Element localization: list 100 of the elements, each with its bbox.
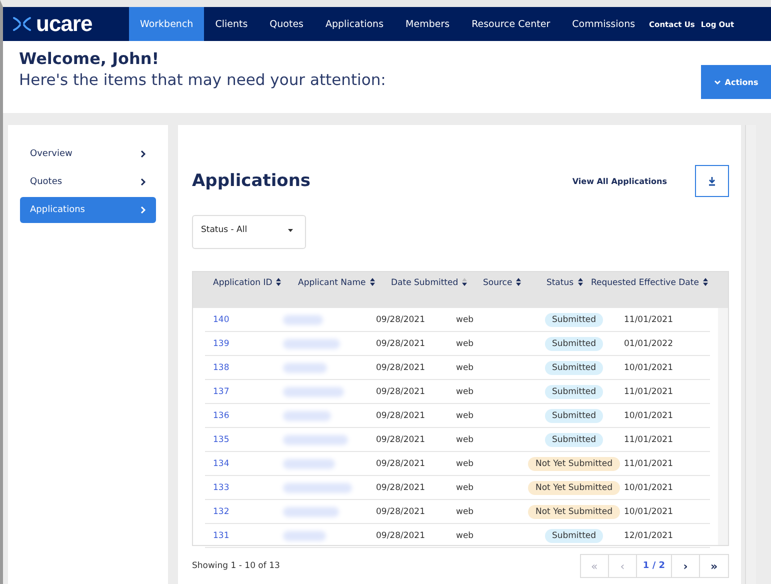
welcome-heading: Welcome, John! xyxy=(19,49,160,68)
sidebar-item[interactable]: Overview xyxy=(20,141,156,167)
table-cell-text: 11/01/2021 xyxy=(624,386,674,396)
column-header[interactable]: Application ID xyxy=(213,278,298,308)
application-id-link[interactable]: 132 xyxy=(213,506,230,516)
blurred-name-block xyxy=(283,410,331,420)
sidebar-item[interactable]: Applications xyxy=(20,197,156,223)
nav-tab[interactable]: Members xyxy=(394,7,461,41)
sort-icon xyxy=(276,278,282,286)
sort-icon xyxy=(516,278,522,286)
status-badge: Not Yet Submitted xyxy=(528,480,620,494)
column-header[interactable]: Date Submitted xyxy=(391,278,483,308)
status-badge: Not Yet Submitted xyxy=(528,504,620,518)
blurred-name-block xyxy=(283,506,339,516)
sidebar-item[interactable]: Quotes xyxy=(20,169,156,195)
application-id-link[interactable]: 139 xyxy=(213,338,230,348)
status-badge: Submitted xyxy=(544,528,604,542)
table-cell-text: 11/01/2021 xyxy=(624,314,674,324)
view-all-link[interactable]: View All Applications xyxy=(572,176,667,186)
column-header[interactable]: Applicant Name xyxy=(298,278,391,308)
application-id-link[interactable]: 135 xyxy=(213,434,230,444)
table-cell-text: 09/28/2021 xyxy=(376,362,426,372)
blurred-name-block xyxy=(283,386,344,396)
download-button[interactable] xyxy=(695,165,729,197)
chevron-right-icon xyxy=(140,178,146,186)
nav-tab[interactable]: Resource Center xyxy=(460,7,562,41)
table-cell-text: web xyxy=(456,482,475,492)
table-cell-text: 10/01/2021 xyxy=(624,482,674,492)
table-cell-text: web xyxy=(456,410,475,420)
column-header[interactable]: Requested Effective Date xyxy=(591,278,721,308)
application-id-link[interactable]: 138 xyxy=(213,362,230,372)
column-header[interactable]: Status xyxy=(538,278,591,308)
status-filter-dropdown[interactable]: Status - All xyxy=(192,215,306,249)
status-badge: Submitted xyxy=(544,312,604,326)
application-id-link[interactable]: 133 xyxy=(213,482,230,492)
table-cell-text: web xyxy=(456,386,475,396)
blurred-name-block xyxy=(283,530,326,540)
sort-icon xyxy=(462,278,468,286)
table-cell-text: 11/01/2021 xyxy=(624,458,674,468)
pagination-button[interactable]: › xyxy=(672,555,700,577)
showing-count: Showing 1 - 10 of 13 xyxy=(192,561,280,571)
table-cell-text: 09/28/2021 xyxy=(376,530,426,540)
table-cell-text: 09/28/2021 xyxy=(376,410,426,420)
pagination-button[interactable]: 1 / 2 xyxy=(636,555,672,577)
table-cell-text: 10/01/2021 xyxy=(624,506,674,516)
table-cell-text: 11/01/2021 xyxy=(624,434,674,444)
application-id-link[interactable]: 134 xyxy=(213,458,230,468)
actions-button[interactable]: Actions xyxy=(701,65,771,99)
table-cell-text: web xyxy=(456,362,475,372)
blurred-name-block xyxy=(283,458,335,468)
blurred-name-block xyxy=(283,338,340,348)
chevron-down-icon xyxy=(714,80,721,84)
table-scrollbar[interactable] xyxy=(718,308,728,545)
panel-title: Applications xyxy=(192,171,312,191)
status-badge: Submitted xyxy=(544,336,604,350)
blurred-name-block xyxy=(283,434,348,444)
sort-icon xyxy=(578,278,583,286)
table-cell-text: 01/01/2022 xyxy=(624,338,674,348)
application-id-link[interactable]: 131 xyxy=(213,530,230,540)
table-cell-text: web xyxy=(456,314,475,324)
table-cell-text: 09/28/2021 xyxy=(376,386,426,396)
application-id-link[interactable]: 136 xyxy=(213,410,230,420)
application-id-link[interactable]: 140 xyxy=(213,314,230,324)
table-cell-text: 09/28/2021 xyxy=(376,482,426,492)
table-cell-text: 09/28/2021 xyxy=(376,458,426,468)
sort-icon xyxy=(370,278,375,286)
table-cell-text: web xyxy=(456,458,475,468)
table-cell-text: 09/28/2021 xyxy=(376,338,426,348)
table-cell-text: 10/01/2021 xyxy=(624,410,674,420)
pagination-button[interactable]: » xyxy=(700,555,728,577)
chevron-right-icon xyxy=(140,150,146,158)
nav-tab[interactable]: Quotes xyxy=(258,7,314,41)
table-cell-text: web xyxy=(456,434,475,444)
sort-icon xyxy=(702,278,708,286)
status-badge: Submitted xyxy=(544,360,604,374)
blurred-name-block xyxy=(283,362,327,372)
table-cell-text: 09/28/2021 xyxy=(376,434,426,444)
table-cell-text: 09/28/2021 xyxy=(376,314,426,324)
table-cell-text: web xyxy=(456,506,475,516)
blurred-name-block xyxy=(283,482,352,492)
column-header[interactable]: Source xyxy=(483,278,538,308)
nav-tab[interactable]: Clients xyxy=(204,7,259,41)
application-id-link[interactable]: 137 xyxy=(213,386,230,396)
table-cell-text: 12/01/2021 xyxy=(624,530,674,540)
logo-icon xyxy=(11,15,33,33)
blurred-name-block xyxy=(283,314,323,324)
attention-subtitle: Here's the items that may need your attention: xyxy=(19,71,386,89)
logo-text: ucare xyxy=(36,11,92,37)
table-cell-text: web xyxy=(456,530,475,540)
status-badge: Submitted xyxy=(544,432,604,446)
nav-tab[interactable]: Workbench xyxy=(129,7,204,41)
table-cell-text: 10/01/2021 xyxy=(624,362,674,372)
table-cell-text: web xyxy=(456,338,475,348)
chevron-right-icon xyxy=(140,206,146,214)
status-badge: Submitted xyxy=(544,408,604,422)
nav-tab[interactable]: Commissions xyxy=(561,7,646,41)
nav-tab[interactable]: Applications xyxy=(314,7,395,41)
status-badge: Submitted xyxy=(544,384,604,398)
download-icon xyxy=(708,176,716,186)
caret-icon xyxy=(288,228,293,232)
